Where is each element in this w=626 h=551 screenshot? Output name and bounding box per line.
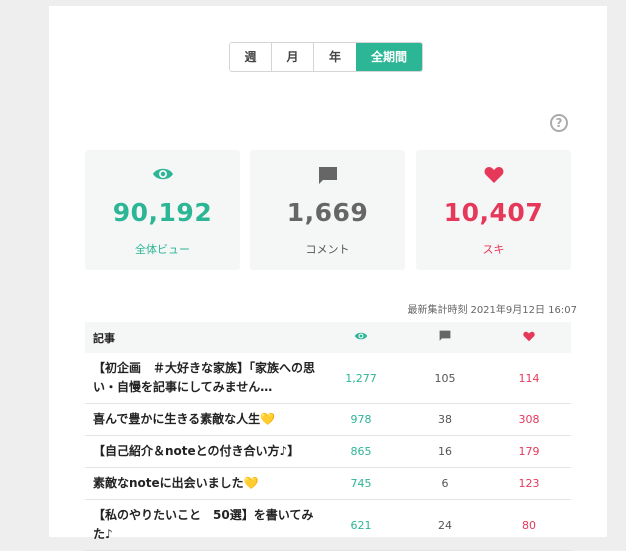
comments-count: 16 bbox=[438, 445, 452, 458]
table-row[interactable]: 【初企画 ＃大好きな家族】「家族への思い・自慢を記事にしてみません… 1,277… bbox=[85, 353, 571, 404]
article-title[interactable]: 【私のやりたいこと 50選】を書いてみた♪ bbox=[85, 500, 319, 550]
table-row[interactable]: 【私のやりたいこと 50選】を書いてみた♪ 621 24 80 bbox=[85, 500, 571, 551]
tab-year[interactable]: 年 bbox=[314, 43, 356, 71]
article-title[interactable]: 喜んで豊かに生きる素敵な人生💛 bbox=[85, 404, 319, 435]
comment-icon[interactable] bbox=[403, 330, 487, 345]
yellow-heart-icon: 💛 bbox=[260, 412, 276, 426]
table-row[interactable]: 素敵なnoteに出会いました💛 745 6 123 bbox=[85, 468, 571, 500]
views-count: 1,277 bbox=[345, 371, 377, 385]
comments-count: 38 bbox=[438, 413, 452, 426]
eye-icon bbox=[85, 166, 240, 186]
likes-card: 10,407 スキ bbox=[416, 150, 571, 270]
views-count: 865 bbox=[350, 445, 372, 458]
total-comments-label: コメント bbox=[305, 243, 350, 256]
views-count: 978 bbox=[350, 413, 372, 426]
heart-icon bbox=[416, 166, 571, 186]
total-views-label: 全体ビュー bbox=[135, 243, 190, 256]
table-row[interactable]: 喜んで豊かに生きる素敵な人生💛 978 38 308 bbox=[85, 404, 571, 436]
last-updated: 最新集計時刻 2021年9月12日 16:07 bbox=[404, 301, 577, 316]
likes-count: 179 bbox=[518, 445, 540, 458]
question-circle-icon[interactable]: ? bbox=[550, 114, 568, 132]
likes-count: 308 bbox=[518, 413, 540, 426]
tab-all-time[interactable]: 全期間 bbox=[356, 43, 422, 71]
likes-count: 114 bbox=[518, 371, 540, 385]
heart-icon[interactable] bbox=[487, 331, 571, 345]
article-title-text: 素敵なnoteに出会いました bbox=[93, 476, 244, 490]
last-updated-value: 2021年9月12日 16:07 bbox=[470, 305, 577, 316]
total-likes-value: 10,407 bbox=[443, 198, 544, 227]
comments-card: 1,669 コメント bbox=[250, 150, 405, 270]
comment-icon bbox=[250, 166, 405, 186]
table-row[interactable]: 【自己紹介＆noteとの付き合い方♪】 865 16 179 bbox=[85, 436, 571, 468]
total-views-value: 90,192 bbox=[112, 198, 213, 227]
views-count: 621 bbox=[350, 518, 372, 532]
eye-icon[interactable] bbox=[319, 331, 403, 344]
period-tabs: 週 月 年 全期間 bbox=[229, 42, 423, 72]
comments-count: 105 bbox=[434, 371, 456, 385]
article-title[interactable]: 素敵なnoteに出会いました💛 bbox=[85, 468, 319, 499]
article-title[interactable]: 【初企画 ＃大好きな家族】「家族への思い・自慢を記事にしてみません… bbox=[85, 353, 319, 403]
tab-month[interactable]: 月 bbox=[272, 43, 314, 71]
stats-panel: 週 月 年 全期間 ? 90,192 全体ビュー 1,669 コメント 10,4… bbox=[49, 6, 607, 551]
tab-week[interactable]: 週 bbox=[230, 43, 272, 71]
article-title[interactable]: 【自己紹介＆noteとの付き合い方♪】 bbox=[85, 436, 319, 467]
views-count: 745 bbox=[350, 477, 372, 490]
article-stats-table: 記事 【初企画 ＃大好きな家族】「家族への思い・自慢を記事にしてみません… 1,… bbox=[85, 322, 571, 551]
views-card: 90,192 全体ビュー bbox=[85, 150, 240, 270]
total-comments-value: 1,669 bbox=[286, 198, 369, 227]
table-header: 記事 bbox=[85, 322, 571, 353]
likes-count: 80 bbox=[522, 518, 536, 532]
header-title: 記事 bbox=[93, 331, 115, 345]
total-likes-label: スキ bbox=[482, 243, 505, 256]
likes-count: 123 bbox=[518, 477, 540, 490]
yellow-heart-icon: 💛 bbox=[243, 476, 259, 490]
last-updated-label: 最新集計時刻 bbox=[407, 305, 468, 316]
article-title-text: 喜んで豊かに生きる素敵な人生 bbox=[93, 412, 261, 426]
comments-count: 24 bbox=[438, 518, 452, 532]
comments-count: 6 bbox=[441, 477, 449, 490]
